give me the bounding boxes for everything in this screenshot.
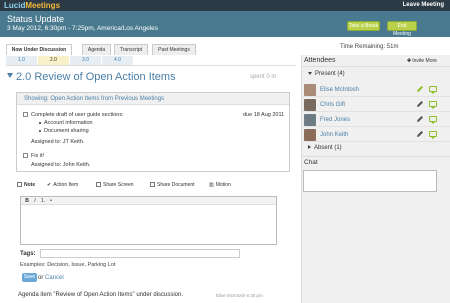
action-item-assignee: Assigned to: JT Keith. (31, 139, 85, 145)
open-action-items-panel: Showing: Open Action Items from Previous… (16, 92, 290, 172)
chat-icon[interactable] (429, 86, 437, 94)
meeting-datetime: 3 May 2012, 6:30pm - 7:25pm, America/Los… (7, 25, 159, 32)
tab-transcript[interactable]: Transcript (114, 44, 148, 55)
tool-action-item[interactable]: ✔ Action Item (47, 180, 78, 190)
tool-note[interactable]: Note (17, 180, 35, 190)
bullet (39, 122, 41, 124)
present-toggle[interactable]: Present (4) (308, 71, 345, 77)
avatar (304, 129, 316, 141)
tags-examples: Examples: Decision, Issue, Parking Lot (20, 262, 116, 268)
tab-now-under-discussion[interactable]: Now Under Discussion (6, 44, 72, 55)
absent-toggle[interactable]: Absent (1) (308, 145, 342, 151)
tags-label: Tags: (20, 251, 36, 257)
action-item-due: due 18 Aug 2011 (243, 112, 285, 118)
chat-label: Chat (304, 159, 318, 166)
avatar (304, 114, 316, 126)
subtab-4[interactable]: 4.0 (102, 56, 134, 65)
agenda-item-title[interactable]: 2.0 Review of Open Action Items (7, 71, 176, 83)
divider (301, 156, 450, 157)
ordered-list-button[interactable]: 1. (40, 198, 46, 204)
pencil-icon[interactable] (416, 115, 424, 123)
time-remaining: Time Remaining: 51m (340, 44, 399, 50)
avatar (304, 99, 316, 111)
tool-share-screen[interactable]: Share Screen (96, 180, 134, 190)
subtab-3[interactable]: 3.0 (70, 56, 102, 65)
bullet-text: Account information (44, 120, 93, 126)
divider (301, 66, 450, 67)
save-button[interactable]: Save (22, 273, 37, 282)
action-item-assignee: Assigned to: John Keith. (31, 162, 91, 168)
editor-toolbar: B I 1. • (21, 197, 276, 205)
meeting-header: Status Update 3 May 2012, 6:30pm - 7:25p… (0, 11, 450, 37)
action-item-checkbox[interactable] (23, 112, 28, 117)
panel-heading: Showing: Open Action Items from Previous… (17, 93, 289, 105)
tab-past-meetings[interactable]: Past Meetings (152, 44, 196, 55)
chat-icon[interactable] (429, 101, 437, 109)
bullet-text: Document sharing (44, 128, 89, 134)
subtab-1[interactable]: 1.0 (6, 56, 38, 65)
time-spent: spent 0 m (250, 74, 277, 80)
tags-input[interactable] (40, 249, 240, 258)
screen-icon (96, 182, 101, 187)
expand-icon (308, 72, 312, 75)
status-meta: Elise McIntosh 6:30 pm (216, 293, 263, 298)
action-item-text: Complete draft of user guide sections: (31, 112, 124, 118)
bullet-list-button[interactable]: • (48, 198, 54, 204)
italic-button[interactable]: I (32, 198, 38, 204)
note-editor[interactable]: B I 1. • (20, 196, 277, 245)
top-bar: LucidMeetings Leave Meeting (0, 0, 450, 11)
agenda-subtabs: 1.0 2.0 3.0 4.0 (6, 56, 134, 65)
or-cancel: or Cancel (38, 275, 64, 281)
bold-button[interactable]: B (24, 198, 30, 204)
action-item-checkbox[interactable] (23, 153, 28, 158)
pencil-icon[interactable] (416, 100, 424, 108)
chat-icon[interactable] (429, 131, 437, 139)
attendee-name[interactable]: Fred Jones (320, 117, 350, 123)
tab-agenda[interactable]: Agenda (82, 44, 111, 55)
attendee-name[interactable]: Elise McIntosh (320, 87, 359, 93)
cancel-link[interactable]: Cancel (45, 275, 64, 281)
attendees-title: Attendees (304, 57, 336, 64)
collapse-icon (7, 73, 13, 78)
document-icon (150, 182, 155, 187)
divider (6, 65, 296, 66)
avatar (304, 84, 316, 96)
chat-input[interactable] (303, 170, 437, 192)
subtab-2[interactable]: 2.0 (38, 56, 70, 65)
meeting-title: Status Update (7, 14, 65, 24)
check-icon: ✔ (47, 182, 52, 188)
chart-icon: ▥ (209, 182, 214, 188)
note-icon (17, 182, 22, 187)
app-logo: LucidMeetings (4, 1, 61, 10)
action-item-text: Fix it! (31, 153, 45, 159)
attendee-name[interactable]: John Keith (320, 132, 348, 138)
pencil-icon[interactable] (416, 85, 424, 93)
invite-more-link[interactable]: ✚Invite More (407, 58, 437, 64)
attendee-row: Chris Gift (301, 97, 450, 112)
attendee-row: Fred Jones (301, 112, 450, 127)
leave-meeting-link[interactable]: Leave Meeting (403, 2, 444, 8)
attendee-row: Elise McIntosh (301, 82, 450, 97)
status-message: Agenda item "Review of Open Action Items… (18, 292, 184, 298)
attendee-name[interactable]: Chris Gift (320, 102, 345, 108)
tool-motion[interactable]: ▥ Motion (209, 180, 231, 190)
chat-icon[interactable] (429, 116, 437, 124)
attendee-row: John Keith (301, 127, 450, 142)
plus-icon: ✚ (407, 58, 412, 64)
tool-share-document[interactable]: Share Document (150, 180, 195, 190)
bullet (39, 130, 41, 132)
entry-toolbar: Note ✔ Action Item Share Screen Share Doc… (17, 180, 277, 190)
take-break-button[interactable]: Take a Break (347, 21, 380, 31)
end-meeting-button[interactable]: End Meeting (387, 21, 417, 37)
pencil-icon[interactable] (416, 130, 424, 138)
expand-icon (308, 145, 311, 149)
